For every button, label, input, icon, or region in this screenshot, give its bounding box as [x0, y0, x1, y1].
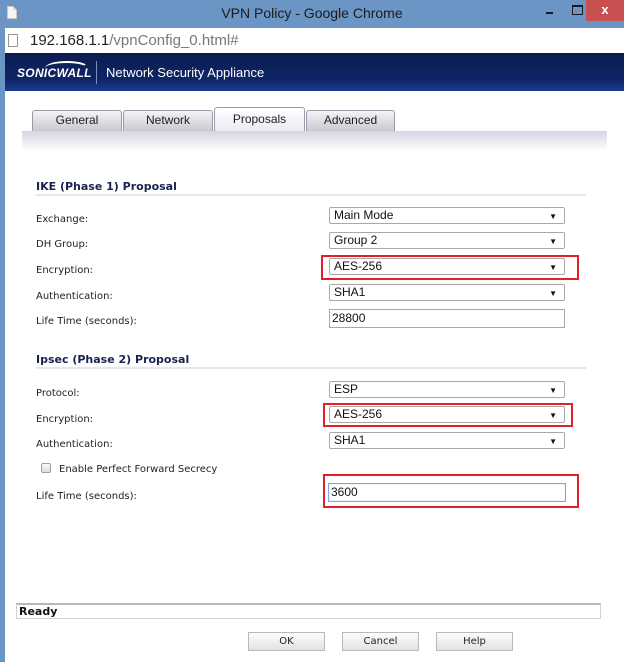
ok-button[interactable]: OK: [248, 632, 325, 651]
help-button[interactable]: Help: [436, 632, 513, 651]
dh-group-label: DH Group:: [36, 239, 89, 250]
pfs-checkbox[interactable]: [41, 463, 51, 473]
dropdown-arrow-icon: ▼: [549, 289, 557, 298]
tab-advanced[interactable]: Advanced: [306, 110, 395, 131]
vpn-policy-dialog: SONICWALL Network Security Appliance Gen…: [5, 53, 624, 662]
tab-network[interactable]: Network: [123, 110, 213, 131]
dropdown-arrow-icon: ▼: [549, 263, 557, 272]
dh-group-value: Group 2: [334, 233, 378, 247]
ipsec-lifetime-input[interactable]: 3600: [328, 483, 566, 502]
section-divider: [36, 367, 586, 369]
section-divider: [36, 194, 586, 196]
tab-general[interactable]: General: [32, 110, 122, 131]
banner-divider: [96, 61, 97, 84]
dropdown-arrow-icon: ▼: [549, 437, 557, 446]
ipsec-authentication-value: SHA1: [334, 433, 366, 447]
ipsec-encryption-value: AES-256: [334, 407, 383, 421]
logo-swoosh-icon: [45, 61, 89, 75]
dropdown-arrow-icon: ▼: [549, 237, 557, 246]
close-icon: x: [601, 2, 609, 17]
protocol-select[interactable]: ESP ▼: [329, 381, 565, 398]
status-bar: Ready: [16, 603, 601, 619]
ike-lifetime-input[interactable]: 28800: [329, 309, 565, 328]
ike-encryption-value: AES-256: [334, 259, 383, 273]
dropdown-arrow-icon: ▼: [549, 386, 557, 395]
close-button[interactable]: x: [586, 0, 624, 21]
cancel-button[interactable]: Cancel: [342, 632, 419, 651]
tab-content-header: [22, 131, 607, 151]
ike-encryption-select[interactable]: AES-256 ▼: [329, 258, 565, 275]
ike-lifetime-label: Life Time (seconds):: [36, 316, 137, 327]
url-path: /vpnConfig_0.html#: [109, 32, 239, 49]
pfs-label: Enable Perfect Forward Secrecy: [59, 464, 218, 475]
document-icon: [8, 34, 18, 47]
minimize-button[interactable]: [537, 0, 563, 21]
ipsec-authentication-select[interactable]: SHA1 ▼: [329, 432, 565, 449]
ike-authentication-label: Authentication:: [36, 291, 113, 302]
ike-authentication-select[interactable]: SHA1 ▼: [329, 284, 565, 301]
tab-proposals[interactable]: Proposals: [214, 107, 305, 131]
ipsec-authentication-label: Authentication:: [36, 439, 113, 450]
url-host: 192.168.1.1: [30, 32, 110, 49]
ike-authentication-value: SHA1: [334, 285, 366, 299]
ipsec-encryption-label: Encryption:: [36, 414, 94, 425]
ike-encryption-label: Encryption:: [36, 265, 94, 276]
ike-section-title: IKE (Phase 1) Proposal: [36, 180, 177, 193]
exchange-label: Exchange:: [36, 214, 89, 225]
dropdown-arrow-icon: ▼: [549, 411, 557, 420]
header-banner: SONICWALL Network Security Appliance: [5, 53, 624, 91]
ipsec-section-title: Ipsec (Phase 2) Proposal: [36, 353, 190, 366]
dropdown-arrow-icon: ▼: [549, 212, 557, 221]
ipsec-encryption-select[interactable]: AES-256 ▼: [329, 406, 565, 423]
window-title: VPN Policy - Google Chrome: [221, 5, 403, 21]
address-bar[interactable]: 192.168.1.1/vpnConfig_0.html#: [5, 28, 624, 53]
dh-group-select[interactable]: Group 2 ▼: [329, 232, 565, 249]
product-name: Network Security Appliance: [106, 65, 265, 80]
url-text[interactable]: 192.168.1.1/vpnConfig_0.html#: [30, 32, 239, 49]
exchange-value: Main Mode: [334, 208, 394, 222]
protocol-label: Protocol:: [36, 388, 80, 399]
window-titlebar: VPN Policy - Google Chrome x: [0, 0, 624, 28]
protocol-value: ESP: [334, 382, 359, 396]
ipsec-lifetime-label: Life Time (seconds):: [36, 491, 137, 502]
exchange-select[interactable]: Main Mode ▼: [329, 207, 565, 224]
